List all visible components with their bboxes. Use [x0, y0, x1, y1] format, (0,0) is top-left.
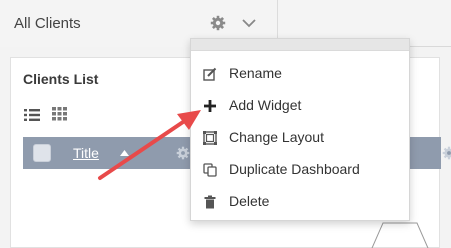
plus-icon [204, 100, 216, 112]
menu-item-add-widget[interactable]: Add Widget [191, 90, 409, 122]
menu-item-delete[interactable]: Delete [191, 186, 409, 218]
menu-item-label: Change Layout [229, 129, 324, 145]
menu-item-rename[interactable]: Rename [191, 58, 409, 90]
column-settings-gear-icon[interactable] [176, 146, 190, 160]
list-view-icon[interactable] [24, 108, 40, 122]
column-title-header[interactable]: Title [73, 145, 99, 161]
duplicate-icon [203, 163, 217, 177]
select-all-checkbox[interactable] [33, 144, 51, 162]
menu-item-label: Add Widget [229, 97, 302, 113]
edit-icon [203, 67, 217, 81]
chevron-down-icon[interactable] [242, 17, 256, 29]
menu-item-change-layout[interactable]: Change Layout [191, 122, 409, 154]
menu-item-duplicate-dashboard[interactable]: Duplicate Dashboard [191, 154, 409, 186]
sort-ascending-icon [120, 150, 129, 156]
trash-icon [204, 195, 216, 209]
grid-view-icon[interactable] [52, 107, 67, 121]
menu-item-label: Delete [229, 193, 270, 209]
dashboard-actions-menu: Rename Add Widget Change Layout Duplicat… [190, 38, 410, 221]
gear-icon[interactable] [210, 15, 226, 31]
widget-title: Clients List [23, 71, 99, 87]
menu-item-label: Duplicate Dashboard [229, 161, 360, 177]
menu-header-strip [191, 39, 409, 51]
layout-icon [203, 131, 217, 145]
column-settings-gear-icon-2[interactable] [442, 146, 451, 160]
menu-item-label: Rename [229, 65, 282, 81]
dashboard-title: All Clients [14, 15, 81, 32]
